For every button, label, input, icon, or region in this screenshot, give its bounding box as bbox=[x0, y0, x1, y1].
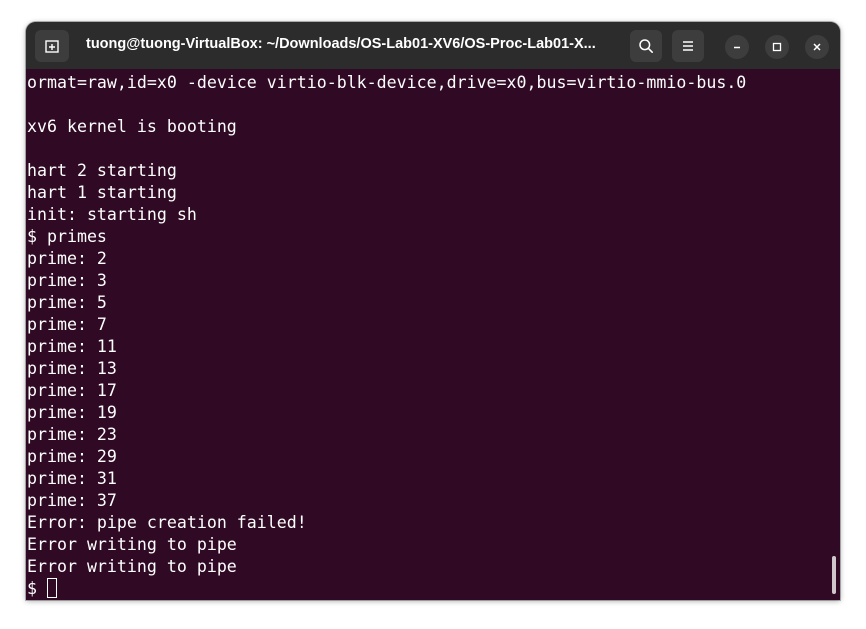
terminal-line: prime: 13 bbox=[27, 359, 117, 378]
prompt-line[interactable]: $ bbox=[27, 578, 746, 600]
window-title: tuong@tuong-VirtualBox: ~/Downloads/OS-L… bbox=[86, 36, 596, 52]
terminal-line: prime: 2 bbox=[27, 249, 107, 268]
terminal-output[interactable]: ormat=raw,id=x0 -device virtio-blk-devic… bbox=[26, 69, 840, 600]
terminal-line: prime: 23 bbox=[27, 425, 117, 444]
maximize-button[interactable] bbox=[765, 35, 789, 59]
shell-prompt: $ bbox=[27, 579, 47, 598]
terminal-line: prime: 31 bbox=[27, 469, 117, 488]
terminal-lines: ormat=raw,id=x0 -device virtio-blk-devic… bbox=[27, 72, 746, 600]
terminal-line: prime: 11 bbox=[27, 337, 117, 356]
terminal-line: Error writing to pipe bbox=[27, 557, 237, 576]
terminal-line: ormat=raw,id=x0 -device virtio-blk-devic… bbox=[27, 73, 747, 92]
terminal-line: hart 2 starting bbox=[27, 161, 177, 180]
terminal-window: tuong@tuong-VirtualBox: ~/Downloads/OS-L… bbox=[26, 22, 840, 600]
terminal-line: prime: 17 bbox=[27, 381, 117, 400]
minimize-icon bbox=[734, 46, 740, 49]
terminal-line: prime: 37 bbox=[27, 491, 117, 510]
terminal-line: $ primes bbox=[27, 227, 107, 246]
terminal-line: prime: 7 bbox=[27, 315, 107, 334]
maximize-icon bbox=[772, 42, 782, 52]
new-tab-icon bbox=[45, 40, 59, 53]
close-button[interactable] bbox=[805, 35, 829, 59]
scrollbar-thumb[interactable] bbox=[832, 556, 836, 594]
terminal-line: init: starting sh bbox=[27, 205, 197, 224]
close-icon bbox=[813, 43, 821, 51]
hamburger-menu-icon bbox=[683, 41, 693, 51]
search-button[interactable] bbox=[630, 30, 662, 62]
title-bar[interactable]: tuong@tuong-VirtualBox: ~/Downloads/OS-L… bbox=[26, 22, 840, 69]
minimize-button[interactable] bbox=[725, 35, 749, 59]
new-tab-button[interactable] bbox=[35, 30, 69, 62]
search-icon bbox=[639, 39, 653, 53]
terminal-line: xv6 kernel is booting bbox=[27, 117, 237, 136]
text-cursor bbox=[46, 578, 57, 598]
terminal-line: prime: 5 bbox=[27, 293, 107, 312]
terminal-line: Error: pipe creation failed! bbox=[27, 513, 307, 532]
menu-button[interactable] bbox=[672, 30, 704, 62]
terminal-line: hart 1 starting bbox=[27, 183, 177, 202]
terminal-line: prime: 29 bbox=[27, 447, 117, 466]
terminal-line: prime: 3 bbox=[27, 271, 107, 290]
terminal-line: Error writing to pipe bbox=[27, 535, 237, 554]
terminal-line: prime: 19 bbox=[27, 403, 117, 422]
